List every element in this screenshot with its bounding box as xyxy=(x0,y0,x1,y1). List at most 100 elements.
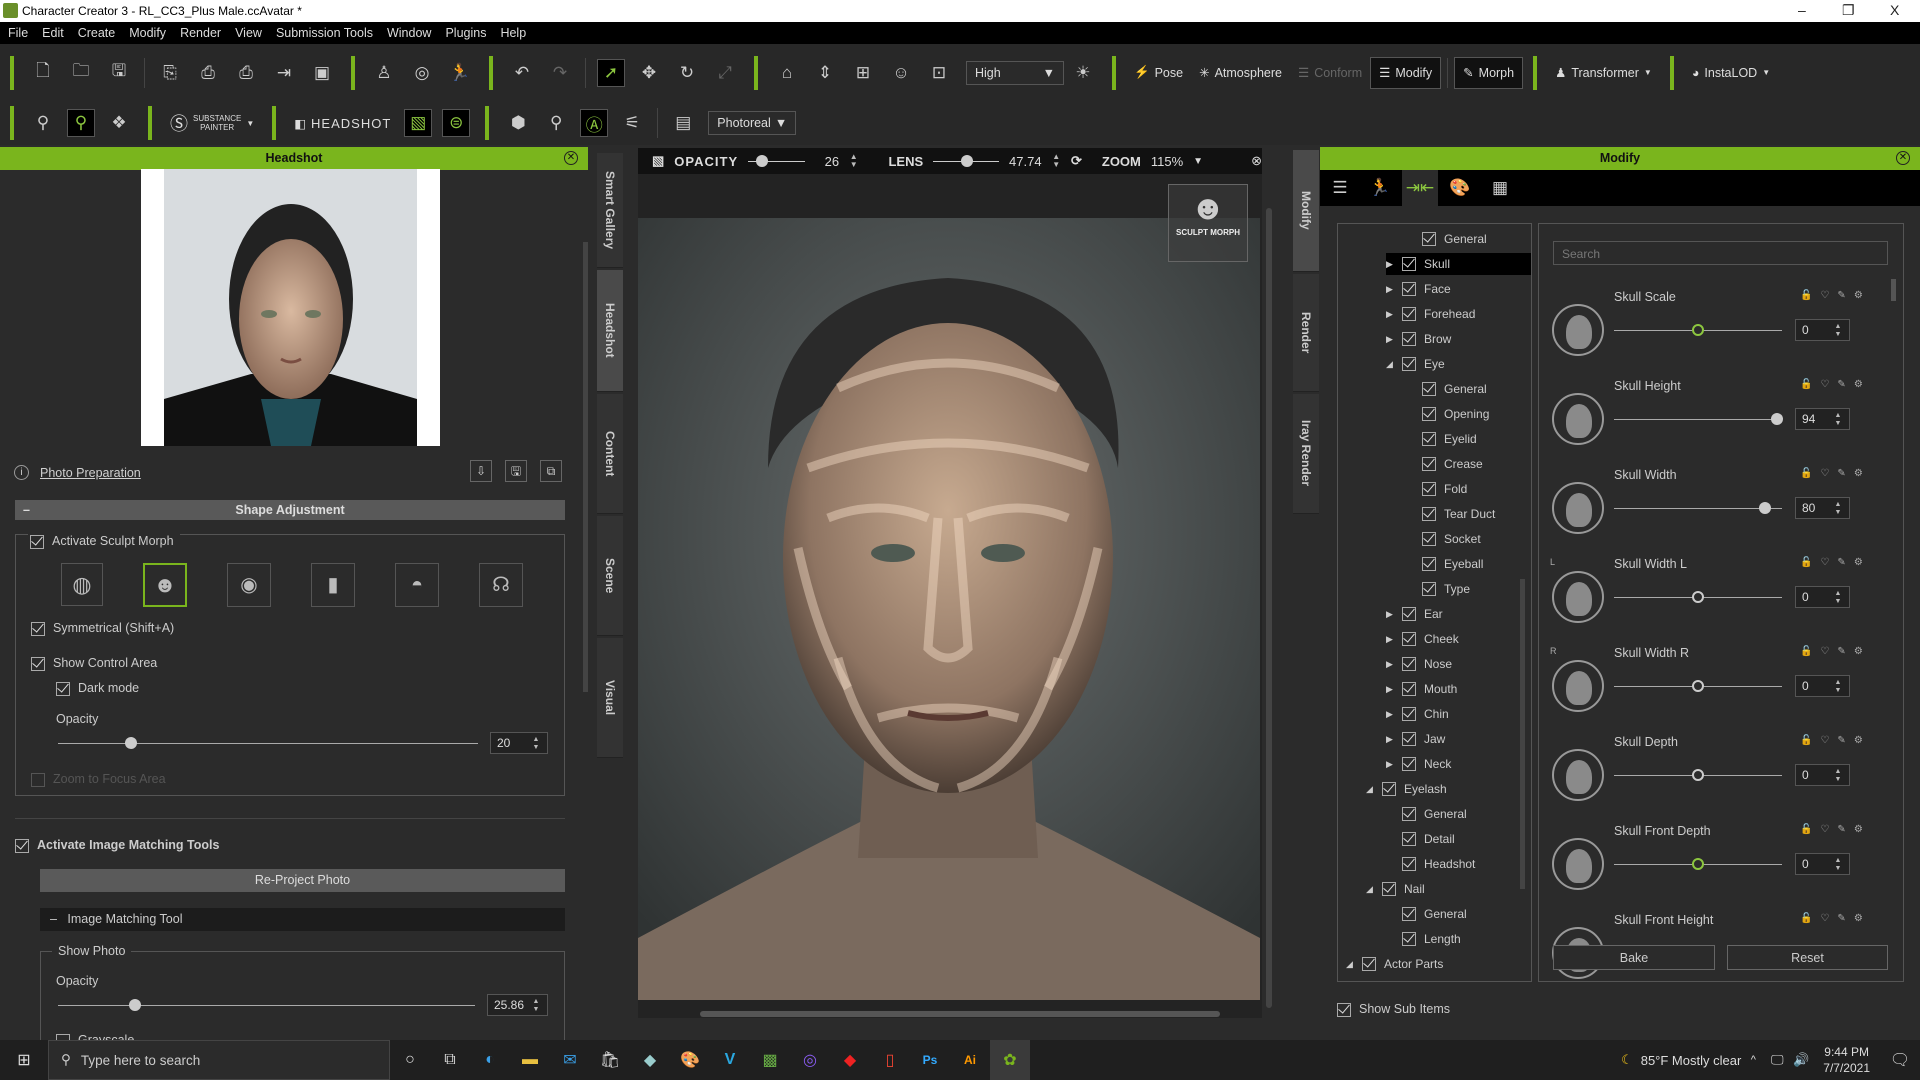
tab-scene[interactable]: Scene xyxy=(597,516,623,636)
parameter-value-input[interactable]: 0 ▲ ▼ xyxy=(1795,764,1850,786)
frame-icon[interactable]: ⊡ xyxy=(925,59,953,87)
pose-tab-icon[interactable]: 🏃 xyxy=(1362,174,1398,202)
viewport-h-scrollbar[interactable] xyxy=(700,1011,1220,1017)
store-icon[interactable]: 🛍 xyxy=(590,1040,630,1080)
gear-icon[interactable]: ⚙ xyxy=(1854,290,1871,301)
expand-arrow-icon[interactable]: ◢ xyxy=(1346,959,1362,970)
import-icon[interactable]: ⎘ xyxy=(156,59,184,87)
fit-vertical-icon[interactable]: ⇕ xyxy=(811,59,839,87)
search-input[interactable]: Search xyxy=(1553,241,1888,265)
reproject-photo-button[interactable]: Re-Project Photo xyxy=(40,869,565,892)
tree-item[interactable]: General xyxy=(1406,228,1531,250)
tree-item[interactable]: Socket xyxy=(1406,528,1531,550)
save-icon[interactable]: 🖫 xyxy=(505,460,527,482)
vegas-icon[interactable]: V xyxy=(710,1040,750,1080)
app-circle-icon[interactable]: ◎ xyxy=(790,1040,830,1080)
tree-item[interactable]: ▶ Neck xyxy=(1386,753,1531,775)
tree-checkbox[interactable] xyxy=(1422,457,1436,471)
pencil-icon[interactable]: ✎ xyxy=(1837,468,1853,479)
mail-icon[interactable]: ✉ xyxy=(550,1040,590,1080)
heart-icon[interactable]: ♡ xyxy=(1820,468,1837,479)
tree-item[interactable]: ▶ Skull xyxy=(1386,253,1531,275)
expand-arrow-icon[interactable]: ◢ xyxy=(1366,784,1382,795)
lock-icon[interactable]: 🔓 xyxy=(1800,913,1820,924)
viewport[interactable]: ▧ OPACITY 26 ▲ ▼ LENS 47.74 ▲ ▼ ⟳ ZOOM 115… xyxy=(638,148,1272,1018)
tree-item[interactable]: ▶ Brow xyxy=(1386,328,1531,350)
load-photo-icon[interactable]: ⇩ xyxy=(470,460,492,482)
sculpt-face-icon[interactable]: ☻ xyxy=(143,563,187,607)
pencil-icon[interactable]: ✎ xyxy=(1837,646,1853,657)
spinner-icon[interactable]: ▲ ▼ xyxy=(531,998,541,1013)
tree-item[interactable]: General xyxy=(1386,903,1531,925)
gear-icon[interactable]: ⚙ xyxy=(1854,824,1871,835)
tree-checkbox[interactable] xyxy=(1402,257,1416,271)
open-folder-icon[interactable]: 🗀 xyxy=(67,59,95,87)
spinner-icon[interactable]: ▲ ▼ xyxy=(1833,857,1843,872)
tree-checkbox[interactable] xyxy=(1402,857,1416,871)
maximize-button[interactable]: ❐ xyxy=(1842,2,1855,19)
heart-icon[interactable]: ♡ xyxy=(1820,913,1837,924)
morph-edit-icon[interactable]: ⚲ xyxy=(29,109,57,137)
parameter-value-input[interactable]: 0 ▲ ▼ xyxy=(1795,675,1850,697)
new-file-icon[interactable]: 🗋 xyxy=(29,59,57,87)
minimize-button[interactable]: – xyxy=(1798,2,1806,18)
expand-arrow-icon[interactable]: ▶ xyxy=(1386,659,1402,670)
photo-opacity-input[interactable]: 25.86 ▲ ▼ xyxy=(487,994,548,1016)
close-button[interactable]: X xyxy=(1890,2,1899,18)
gear-icon[interactable]: ⚙ xyxy=(1854,379,1871,390)
export-usd-icon[interactable]: ⎙ xyxy=(232,59,260,87)
expand-arrow-icon[interactable]: ▶ xyxy=(1386,759,1402,770)
expand-arrow-icon[interactable]: ▶ xyxy=(1386,334,1402,345)
tree-checkbox[interactable] xyxy=(1402,757,1416,771)
tree-item[interactable]: ▶ Nose xyxy=(1386,653,1531,675)
instalod-button[interactable]: ◕ InstaLOD ▼ xyxy=(1684,57,1778,89)
illustrator-icon[interactable]: Ai xyxy=(950,1040,990,1080)
tree-checkbox[interactable] xyxy=(1402,307,1416,321)
close-icon[interactable]: ✕ xyxy=(1896,151,1910,165)
photo-preparation-link[interactable]: Photo Preparation xyxy=(40,466,141,480)
tree-checkbox[interactable] xyxy=(1382,882,1396,896)
parameter-slider[interactable] xyxy=(1614,413,1783,425)
parameter-slider[interactable] xyxy=(1614,324,1782,336)
tree-item[interactable]: Opening xyxy=(1406,403,1531,425)
pencil-icon[interactable]: ✎ xyxy=(1837,735,1853,746)
tree-item[interactable]: Eyelid xyxy=(1406,428,1531,450)
select-arrow-icon[interactable]: ➚ xyxy=(597,58,625,87)
shape-adjustment-header[interactable]: – Shape Adjustment xyxy=(15,500,565,520)
send-icon[interactable]: ⇥ xyxy=(270,59,298,87)
fit-all-icon[interactable]: ⊞ xyxy=(849,59,877,87)
gear-icon[interactable]: ⚙ xyxy=(1854,913,1871,924)
sculpt-mouth-icon[interactable]: ◓ xyxy=(395,563,439,607)
overlay-opacity-slider[interactable] xyxy=(748,154,805,167)
atmosphere-button[interactable]: ✳ Atmosphere xyxy=(1191,57,1290,89)
close-overlay-icon[interactable]: ⊗ xyxy=(1251,153,1262,169)
tree-item[interactable]: General xyxy=(1386,803,1531,825)
heart-icon[interactable]: ♡ xyxy=(1820,290,1837,301)
expand-arrow-icon[interactable]: ▶ xyxy=(1386,609,1402,620)
volume-icon[interactable]: 🔊 xyxy=(1789,1040,1813,1080)
slider-handle[interactable] xyxy=(1770,413,1783,425)
tree-checkbox[interactable] xyxy=(1362,957,1376,971)
tab-visual[interactable]: Visual xyxy=(597,638,623,758)
undo-icon[interactable]: ↶ xyxy=(508,59,536,87)
spinner-icon[interactable]: ▲ ▼ xyxy=(1833,768,1843,783)
spinner-icon[interactable]: ▲ ▼ xyxy=(1833,501,1843,516)
headshot-mesh-icon[interactable]: ⊜ xyxy=(442,109,471,137)
reset-button[interactable]: Reset xyxy=(1727,945,1888,970)
slider-handle[interactable] xyxy=(1692,680,1704,692)
tree-checkbox[interactable] xyxy=(1402,607,1416,621)
spinner-icon[interactable]: ▲ ▼ xyxy=(849,153,858,169)
pose-button[interactable]: ⚡ Pose xyxy=(1126,57,1191,89)
render-image-icon[interactable]: ▣ xyxy=(308,59,336,87)
gear-icon[interactable]: ⚙ xyxy=(1854,557,1871,568)
move-icon[interactable]: ✥ xyxy=(635,59,663,87)
lock-icon[interactable]: 🔓 xyxy=(1800,646,1820,657)
task-view-icon[interactable]: ⧉ xyxy=(430,1040,470,1080)
show-control-area-checkbox[interactable]: Show Control Area xyxy=(31,656,157,671)
reset-lens-icon[interactable]: ⟳ xyxy=(1071,153,1082,169)
expand-arrow-icon[interactable]: ▶ xyxy=(1386,684,1402,695)
tree-checkbox[interactable] xyxy=(1422,557,1436,571)
settings-sliders-icon[interactable]: ⚟ xyxy=(618,109,646,137)
tree-checkbox[interactable] xyxy=(1422,232,1436,246)
transformer-button[interactable]: ♟ Transformer ▼ xyxy=(1547,57,1660,89)
